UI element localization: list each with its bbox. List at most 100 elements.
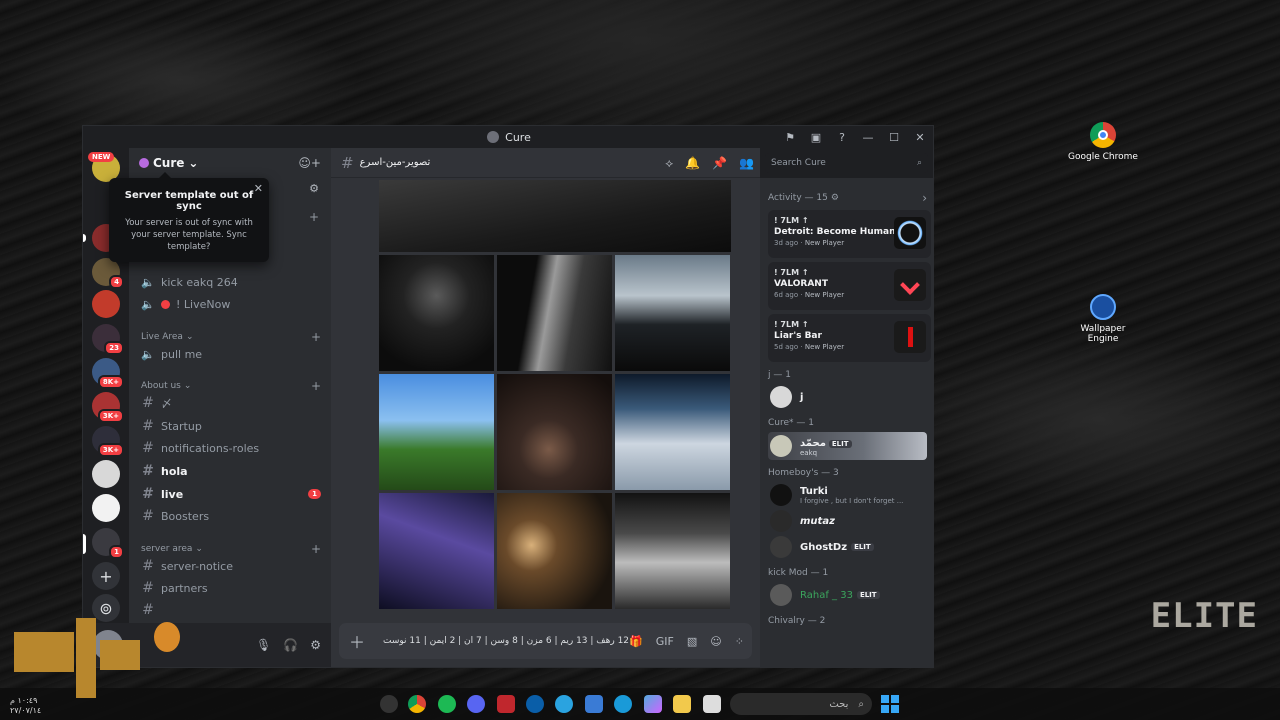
text-channel[interactable]: # Boosters xyxy=(141,506,327,526)
folder-icon[interactable] xyxy=(673,695,691,713)
apps-icon[interactable]: ⁘ xyxy=(735,635,744,648)
gallery-image[interactable] xyxy=(379,255,494,371)
member-item[interactable]: محمّد ELIT eakq xyxy=(768,432,927,460)
text-channel[interactable]: # Startup xyxy=(141,416,327,436)
gallery-image[interactable] xyxy=(615,493,730,609)
minimize-button[interactable]: — xyxy=(857,128,879,146)
copilot-icon[interactable] xyxy=(644,695,662,713)
gallery-image[interactable] xyxy=(497,255,612,371)
speaker-icon: 🔈 xyxy=(141,297,155,311)
inbox-icon[interactable]: ▣ xyxy=(805,128,827,146)
flag-icon[interactable]: ⚑ xyxy=(779,128,801,146)
text-channel[interactable]: # 〆 xyxy=(141,393,327,413)
pin-icon[interactable]: 📌 xyxy=(712,156,727,170)
text-channel[interactable]: # notifications-roles xyxy=(141,438,327,458)
gif-icon[interactable]: GIF xyxy=(656,635,674,648)
unread-badge: 1 xyxy=(308,489,321,499)
activity-ago: 3d ago xyxy=(774,239,799,247)
server-badge: 8K+ xyxy=(97,375,124,389)
server-icon[interactable]: 4 xyxy=(92,258,124,289)
gallery-image[interactable] xyxy=(615,255,730,371)
gift-icon[interactable]: 🎁 xyxy=(629,635,643,648)
discord-icon[interactable] xyxy=(467,695,485,713)
gear-icon[interactable]: ⚙ xyxy=(310,638,321,652)
gallery-image[interactable] xyxy=(497,493,612,609)
server-icon[interactable]: 3K+ xyxy=(92,426,124,457)
server-icon[interactable]: 1 xyxy=(92,528,124,559)
desktop-icon-wallpaper-engine[interactable]: Wallpaper Engine xyxy=(1068,294,1138,344)
microphone-icon[interactable]: 🎙 xyxy=(256,638,271,652)
text-channel[interactable]: # partners xyxy=(141,578,327,598)
app-icon[interactable] xyxy=(555,695,573,713)
category-about-us[interactable]: About us ⌄ + xyxy=(141,379,321,393)
obs-icon[interactable] xyxy=(380,695,398,713)
add-channel-icon[interactable]: + xyxy=(309,210,319,224)
gallery-image[interactable] xyxy=(379,493,494,609)
edge-icon[interactable] xyxy=(614,695,632,713)
gallery-image[interactable] xyxy=(615,374,730,490)
help-icon[interactable]: ? xyxy=(831,128,853,146)
attach-plus-icon[interactable]: ＋ xyxy=(349,629,365,653)
system-clock[interactable]: ١٠:٤٩ م ٢٧/٠٧/١٤ xyxy=(10,696,41,716)
role-header: Cure* — 1 xyxy=(768,418,814,428)
server-icon[interactable] xyxy=(92,290,120,318)
voice-channel[interactable]: 🔈 kick eakq 264 xyxy=(141,272,327,292)
antivirus-icon[interactable] xyxy=(497,695,515,713)
member-item[interactable]: Turki I forgive , but I don't forget ... xyxy=(768,482,927,508)
maximize-button[interactable]: ☐ xyxy=(883,128,905,146)
text-channel[interactable]: # xyxy=(141,600,327,620)
threads-icon[interactable]: ⟡ xyxy=(665,156,673,171)
category-live-area[interactable]: Live Area ⌄ + xyxy=(141,330,321,344)
server-icon[interactable]: 23 xyxy=(92,324,124,355)
close-button[interactable]: ✕ xyxy=(909,128,931,146)
headphones-icon[interactable]: 🎧 xyxy=(283,638,298,652)
add-channel-icon[interactable]: + xyxy=(311,330,321,344)
close-icon[interactable]: ✕ xyxy=(254,182,263,195)
bell-icon[interactable]: 🔔 xyxy=(685,156,700,170)
server-icon[interactable] xyxy=(92,494,120,522)
category-server-area[interactable]: server area ⌄ + xyxy=(141,542,321,556)
store-icon[interactable] xyxy=(585,695,603,713)
gallery-image[interactable] xyxy=(497,374,612,490)
activity-header[interactable]: Activity — 15 ⚙ › xyxy=(768,186,927,210)
hp-icon[interactable] xyxy=(526,695,544,713)
gear-icon[interactable]: ⚙ xyxy=(831,193,839,203)
member-item[interactable]: mutaz xyxy=(768,508,927,534)
desktop-icon-chrome[interactable]: Google Chrome xyxy=(1068,122,1138,162)
text-channel[interactable]: # server-notice xyxy=(141,556,327,576)
text-channel[interactable]: # hola xyxy=(141,461,327,481)
taskview-icon[interactable] xyxy=(703,695,721,713)
add-channel-icon[interactable]: + xyxy=(311,542,321,556)
template-sync-popup[interactable]: ✕ Server template out of sync Your serve… xyxy=(109,172,269,262)
member-item[interactable]: GhostDz ELIT xyxy=(768,534,927,560)
member-item[interactable]: j xyxy=(768,384,927,410)
member-list-icon[interactable]: 👥 xyxy=(739,156,754,170)
chrome-icon[interactable] xyxy=(408,695,426,713)
server-icon[interactable]: 3K+ xyxy=(92,392,124,423)
windows-start-icon[interactable] xyxy=(881,695,899,713)
add-channel-icon[interactable]: + xyxy=(311,379,321,393)
server-icon[interactable]: 8K+ xyxy=(92,358,124,389)
composer-text[interactable]: 12 رهف | 13 ريم | 6 مزن | 8 وسن | 7 ان |… xyxy=(383,636,629,646)
member-item[interactable]: Rahaf _ 33 ELIT xyxy=(768,582,927,608)
activity-card[interactable]: ! 7LM ↑ VALORANT 6d ago · New Player xyxy=(768,262,931,310)
invite-icon[interactable]: ☺+ xyxy=(298,156,321,170)
server-icon[interactable] xyxy=(92,460,120,488)
activity-card[interactable]: ! 7LM ↑ Detroit: Become Human 3d ago · N… xyxy=(768,210,931,258)
voice-channel[interactable]: 🔈 pull me xyxy=(141,344,327,364)
taskbar-search[interactable]: بحث ⌕ xyxy=(730,693,872,715)
gallery-image[interactable] xyxy=(379,180,731,252)
message-composer[interactable]: ＋ 12 رهف | 13 ريم | 6 مزن | 8 وسن | 7 ان… xyxy=(339,623,752,659)
add-server-button[interactable]: + xyxy=(92,562,120,590)
spotify-icon[interactable] xyxy=(438,695,456,713)
elite-logo: ELITE xyxy=(1150,596,1258,636)
emoji-icon[interactable]: ☺ xyxy=(710,635,721,648)
settings-icon[interactable]: ⚙ xyxy=(309,182,319,195)
gallery-image[interactable] xyxy=(379,374,494,490)
search-input[interactable]: Search Cure ⌕ xyxy=(765,153,928,173)
activity-card[interactable]: ! 7LM ↑ Liar's Bar 5d ago · New Player xyxy=(768,314,931,362)
text-channel[interactable]: # live 1 xyxy=(141,484,327,504)
chevron-right-icon[interactable]: › xyxy=(922,191,927,205)
sticker-icon[interactable]: ▧ xyxy=(687,635,697,648)
voice-channel[interactable]: 🔈 ! LiveNow xyxy=(141,294,327,314)
